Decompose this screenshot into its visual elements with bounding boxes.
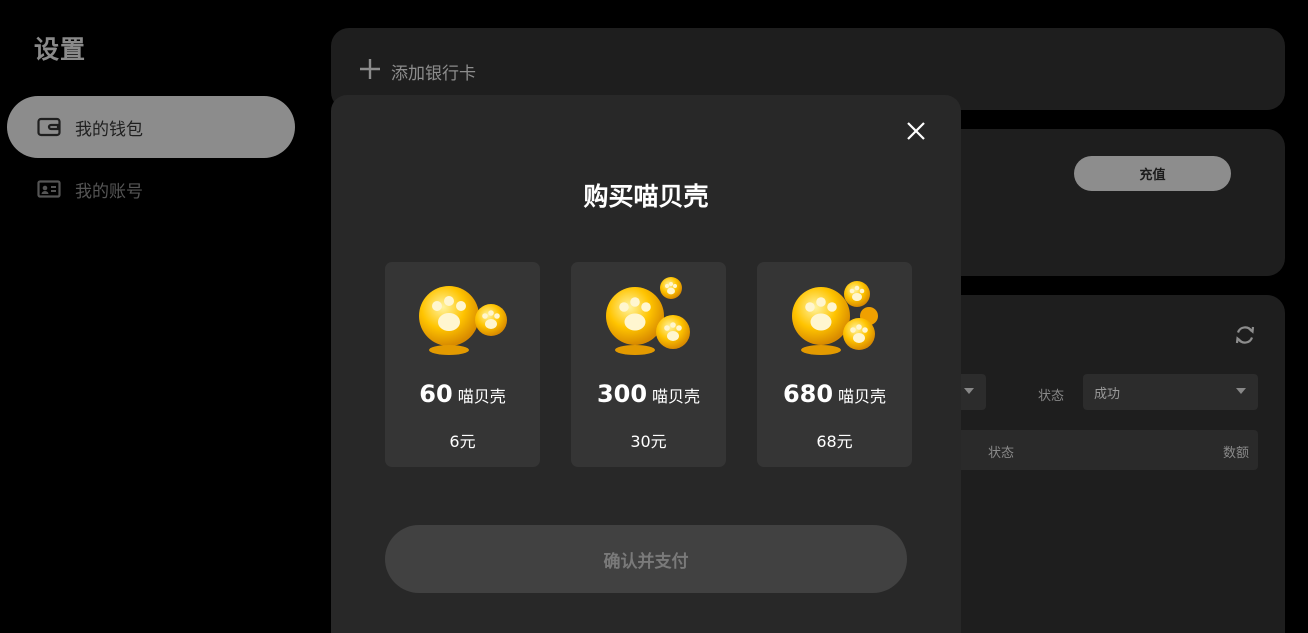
package-card-300[interactable]: 300 喵贝壳 30元: [571, 262, 726, 467]
package-price: 30元: [630, 432, 667, 451]
add-bank-card-button[interactable]: 添加银行卡: [359, 58, 476, 85]
refresh-icon[interactable]: [1234, 324, 1256, 350]
modal-title: 购买喵贝壳: [583, 182, 709, 211]
package-amount-unit: 喵贝壳: [457, 387, 506, 406]
package-amount-unit: 喵贝壳: [838, 387, 887, 406]
sidebar-item-label: 我的账号: [75, 181, 143, 202]
package-amount-number: 300: [596, 380, 648, 408]
close-icon[interactable]: [905, 120, 927, 142]
add-bank-card-label: 添加银行卡: [391, 64, 476, 84]
package-price: 6元: [449, 432, 476, 451]
paw-coins-icon: [757, 276, 912, 360]
paw-coins-icon: [571, 276, 726, 360]
package-amount: 300 喵贝壳: [571, 380, 726, 408]
package-amount-number: 680: [782, 380, 834, 408]
sidebar-item-label: 我的钱包: [75, 119, 143, 140]
status-select-value: 成功: [1094, 387, 1121, 402]
status-filter-label: 状态: [1038, 389, 1065, 404]
column-header-amount: 数额: [1222, 446, 1249, 461]
sidebar: 设置 我的钱包 我的账号: [0, 0, 315, 633]
paw-coins-icon: [385, 276, 540, 360]
app-root: 设置 我的钱包 我的账号 添加银行卡 充值 状态 成功 状态 数额 购买喵贝壳 …: [0, 0, 1308, 633]
package-amount-unit: 喵贝壳: [652, 387, 701, 406]
package-amount: 680 喵贝壳: [757, 380, 912, 408]
confirm-pay-button[interactable]: 确认并支付: [385, 525, 907, 593]
package-price: 68元: [816, 432, 853, 451]
sidebar-item-wallet[interactable]: 我的钱包: [7, 96, 295, 158]
table-header: 状态 数额: [941, 430, 1258, 470]
sidebar-title: 设置: [34, 35, 87, 64]
wallet-icon: [37, 117, 61, 137]
package-amount-number: 60: [419, 380, 453, 408]
column-header-status: 状态: [988, 446, 1015, 461]
package-card-680[interactable]: 680 喵贝壳 68元: [757, 262, 912, 467]
package-card-60[interactable]: 60 喵贝壳 6元: [385, 262, 540, 467]
status-select[interactable]: 成功: [1083, 374, 1258, 410]
recharge-button[interactable]: 充值: [1074, 156, 1231, 191]
caret-down-icon: [1236, 388, 1246, 394]
package-amount: 60 喵贝壳: [385, 380, 540, 408]
sidebar-item-account[interactable]: 我的账号: [7, 158, 295, 220]
id-card-icon: [37, 179, 61, 199]
caret-down-icon: [964, 388, 974, 394]
purchase-modal: 购买喵贝壳 60 喵贝壳 6元 300 喵贝壳 30元 680 喵贝壳 68元 …: [331, 95, 961, 633]
plus-icon: [359, 58, 381, 85]
